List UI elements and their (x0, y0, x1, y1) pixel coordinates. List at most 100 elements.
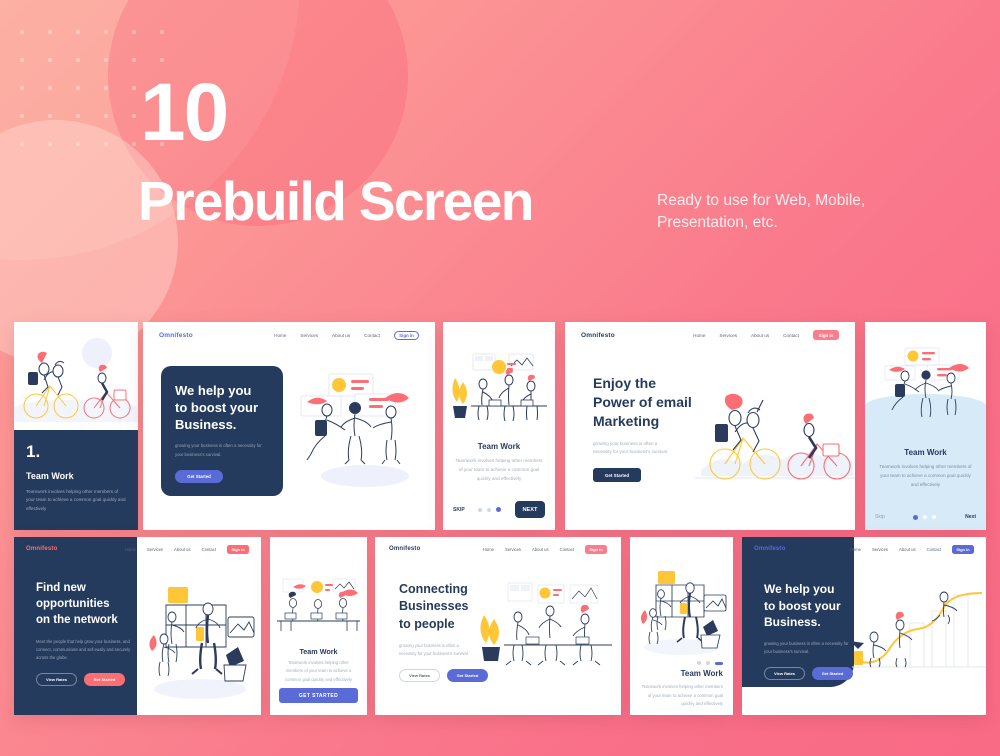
view-rates-button[interactable]: View Rates (399, 669, 440, 683)
signin-button[interactable]: Sign in (813, 330, 839, 340)
card-footer: Skip Next (875, 514, 976, 520)
hero-section: 10 Prebuild Screen Ready to use for Web,… (0, 0, 1000, 300)
nav-services[interactable]: Services (872, 547, 888, 552)
card-body: growing your business is often a necessi… (175, 443, 262, 457)
hero-copy: Find new opportunities on the network Me… (36, 581, 132, 687)
illustration-cyclists (14, 322, 138, 430)
next-button[interactable]: NEXT (514, 501, 545, 518)
card-title: Team Work (904, 448, 947, 457)
card-title: Team Work (680, 669, 723, 678)
card-onboard-teamwork-desk[interactable]: Team Work Teamwork involves helping othe… (443, 322, 555, 530)
illustration-team-presenting (879, 346, 975, 424)
nav-about[interactable]: About us (174, 547, 191, 552)
brand-logo[interactable]: Omnifesto (581, 332, 615, 339)
illustration-map-puzzle (142, 573, 257, 703)
card-body: Teamwork involves helping other members … (455, 458, 543, 482)
card-headline: We help you to boost your Business. (764, 582, 841, 630)
get-started-button[interactable]: Get Started (812, 667, 853, 681)
pager-dots[interactable] (913, 514, 937, 520)
nav-links: Home Services About us Contact Sign in (125, 544, 249, 554)
nav-home[interactable]: Home (125, 547, 136, 552)
nav-services[interactable]: Services (300, 333, 318, 338)
card-body: growing your business is often a necessi… (764, 640, 849, 654)
brand-logo[interactable]: Omnifesto (26, 546, 57, 552)
view-rates-button[interactable]: View Rates (36, 673, 77, 687)
get-started-button[interactable]: Get Started (84, 673, 125, 687)
hero-copy: We help you to boost your Business. grow… (764, 581, 856, 681)
card-headline: Find new opportunities on the network (36, 582, 118, 626)
hero-panel: We help you to boost your Business. grow… (161, 366, 283, 496)
brand-logo[interactable]: Omnifesto (389, 546, 420, 552)
cta-row: View Rates Get Started (36, 673, 132, 687)
hero-subtitle: Ready to use for Web, Mobile, Presentati… (657, 192, 866, 232)
card-onboard-teamwork-right[interactable]: Team Work Teamwork involves helping othe… (630, 537, 733, 715)
card-onboard-numbered[interactable]: 1. Team Work Teamwork involves helping o… (14, 322, 138, 530)
pager-dots[interactable] (697, 661, 723, 665)
nav-contact[interactable]: Contact (202, 547, 216, 552)
get-started-button[interactable]: GET STARTED (279, 688, 358, 703)
skip-button[interactable]: Skip (875, 514, 885, 520)
nav-about[interactable]: About us (751, 333, 769, 338)
signin-button[interactable]: Sign in (227, 544, 249, 554)
illustration-desk-trio (275, 577, 362, 637)
navbar: Omnifesto Home Services About us Contact… (14, 537, 261, 561)
card-onboard-teamwork-blue[interactable]: Team Work Teamwork involves helping othe… (865, 322, 986, 530)
nav-home[interactable]: Home (274, 333, 286, 338)
card-body: Teamwork involves helping other members … (26, 489, 126, 511)
card-footer: SKIP NEXT (453, 501, 545, 518)
nav-home[interactable]: Home (850, 547, 861, 552)
nav-services[interactable]: Services (719, 333, 737, 338)
nav-home[interactable]: Home (693, 333, 705, 338)
brand-logo[interactable]: Omnifesto (159, 332, 193, 339)
illustration-growth-chart (850, 575, 986, 683)
nav-contact[interactable]: Contact (364, 333, 380, 338)
navbar: Omnifesto Home Services About us Contact… (143, 322, 435, 348)
nav-home[interactable]: Home (483, 547, 494, 552)
get-started-button[interactable]: Get Started (593, 468, 641, 483)
card-headline: We help you to boost your Business. (175, 383, 259, 433)
nav-services[interactable]: Services (147, 547, 163, 552)
card-onboard-getstarted[interactable]: Team Work Teamwork involves helping othe… (270, 537, 367, 715)
signin-button[interactable]: Sign in (585, 544, 607, 554)
nav-links: Home Services About us Contact Sign in (274, 330, 419, 340)
navbar: Omnifesto Home Services About us Contact… (565, 322, 855, 348)
signin-button[interactable]: Sign in (952, 544, 974, 554)
card-landing-connecting[interactable]: Omnifesto Home Services About us Contact… (375, 537, 621, 715)
nav-links: Home Services About us Contact Sign in (483, 544, 607, 554)
card-body: growing your business is often a necessi… (399, 642, 469, 656)
card-landing-network[interactable]: Omnifesto Home Services About us Contact… (14, 537, 261, 715)
brand-logo[interactable]: Omnifesto (754, 546, 785, 552)
illustration-cyclists (695, 382, 855, 492)
signin-button[interactable]: Sign in (394, 330, 419, 340)
nav-about[interactable]: About us (899, 547, 916, 552)
view-rates-button[interactable]: View Rates (764, 667, 805, 681)
card-body: Meet the people that help grow your busi… (36, 638, 131, 660)
nav-contact[interactable]: Contact (560, 547, 574, 552)
illustration-map-puzzle (636, 563, 728, 657)
cta-row: View Rates Get Started (764, 667, 856, 681)
skip-button[interactable]: SKIP (453, 507, 465, 513)
card-landing-boost-chart[interactable]: Omnifesto Home Services About us Contact… (742, 537, 986, 715)
pager-dots[interactable] (478, 507, 502, 512)
nav-about[interactable]: About us (332, 333, 350, 338)
nav-contact[interactable]: Contact (783, 333, 799, 338)
get-started-button[interactable]: Get Started (175, 469, 223, 483)
card-landing-email[interactable]: Omnifesto Home Services About us Contact… (565, 322, 855, 530)
card-landing-boost[interactable]: Omnifesto Home Services About us Contact… (143, 322, 435, 530)
card-body: Teamwork involves helping other members … (879, 464, 972, 488)
illustration-office-team (480, 581, 615, 673)
navbar: Omnifesto Home Services About us Contact… (742, 537, 986, 561)
illustration-desk-team (447, 350, 551, 434)
nav-contact[interactable]: Contact (927, 547, 941, 552)
page-title: Prebuild Screen (138, 170, 534, 232)
card-text-panel: 1. Team Work Teamwork involves helping o… (14, 430, 138, 530)
card-body: growing your business is often a necessi… (593, 440, 669, 455)
next-button[interactable]: Next (965, 514, 976, 520)
card-title: Team Work (26, 471, 74, 481)
card-body: Teamwork involves helping other members … (285, 660, 352, 682)
illustration-team-presenting (293, 364, 423, 494)
nav-about[interactable]: About us (532, 547, 549, 552)
nav-links: Home Services About us Contact Sign in (850, 544, 974, 554)
hero-number: 10 (140, 67, 229, 158)
nav-services[interactable]: Services (505, 547, 521, 552)
